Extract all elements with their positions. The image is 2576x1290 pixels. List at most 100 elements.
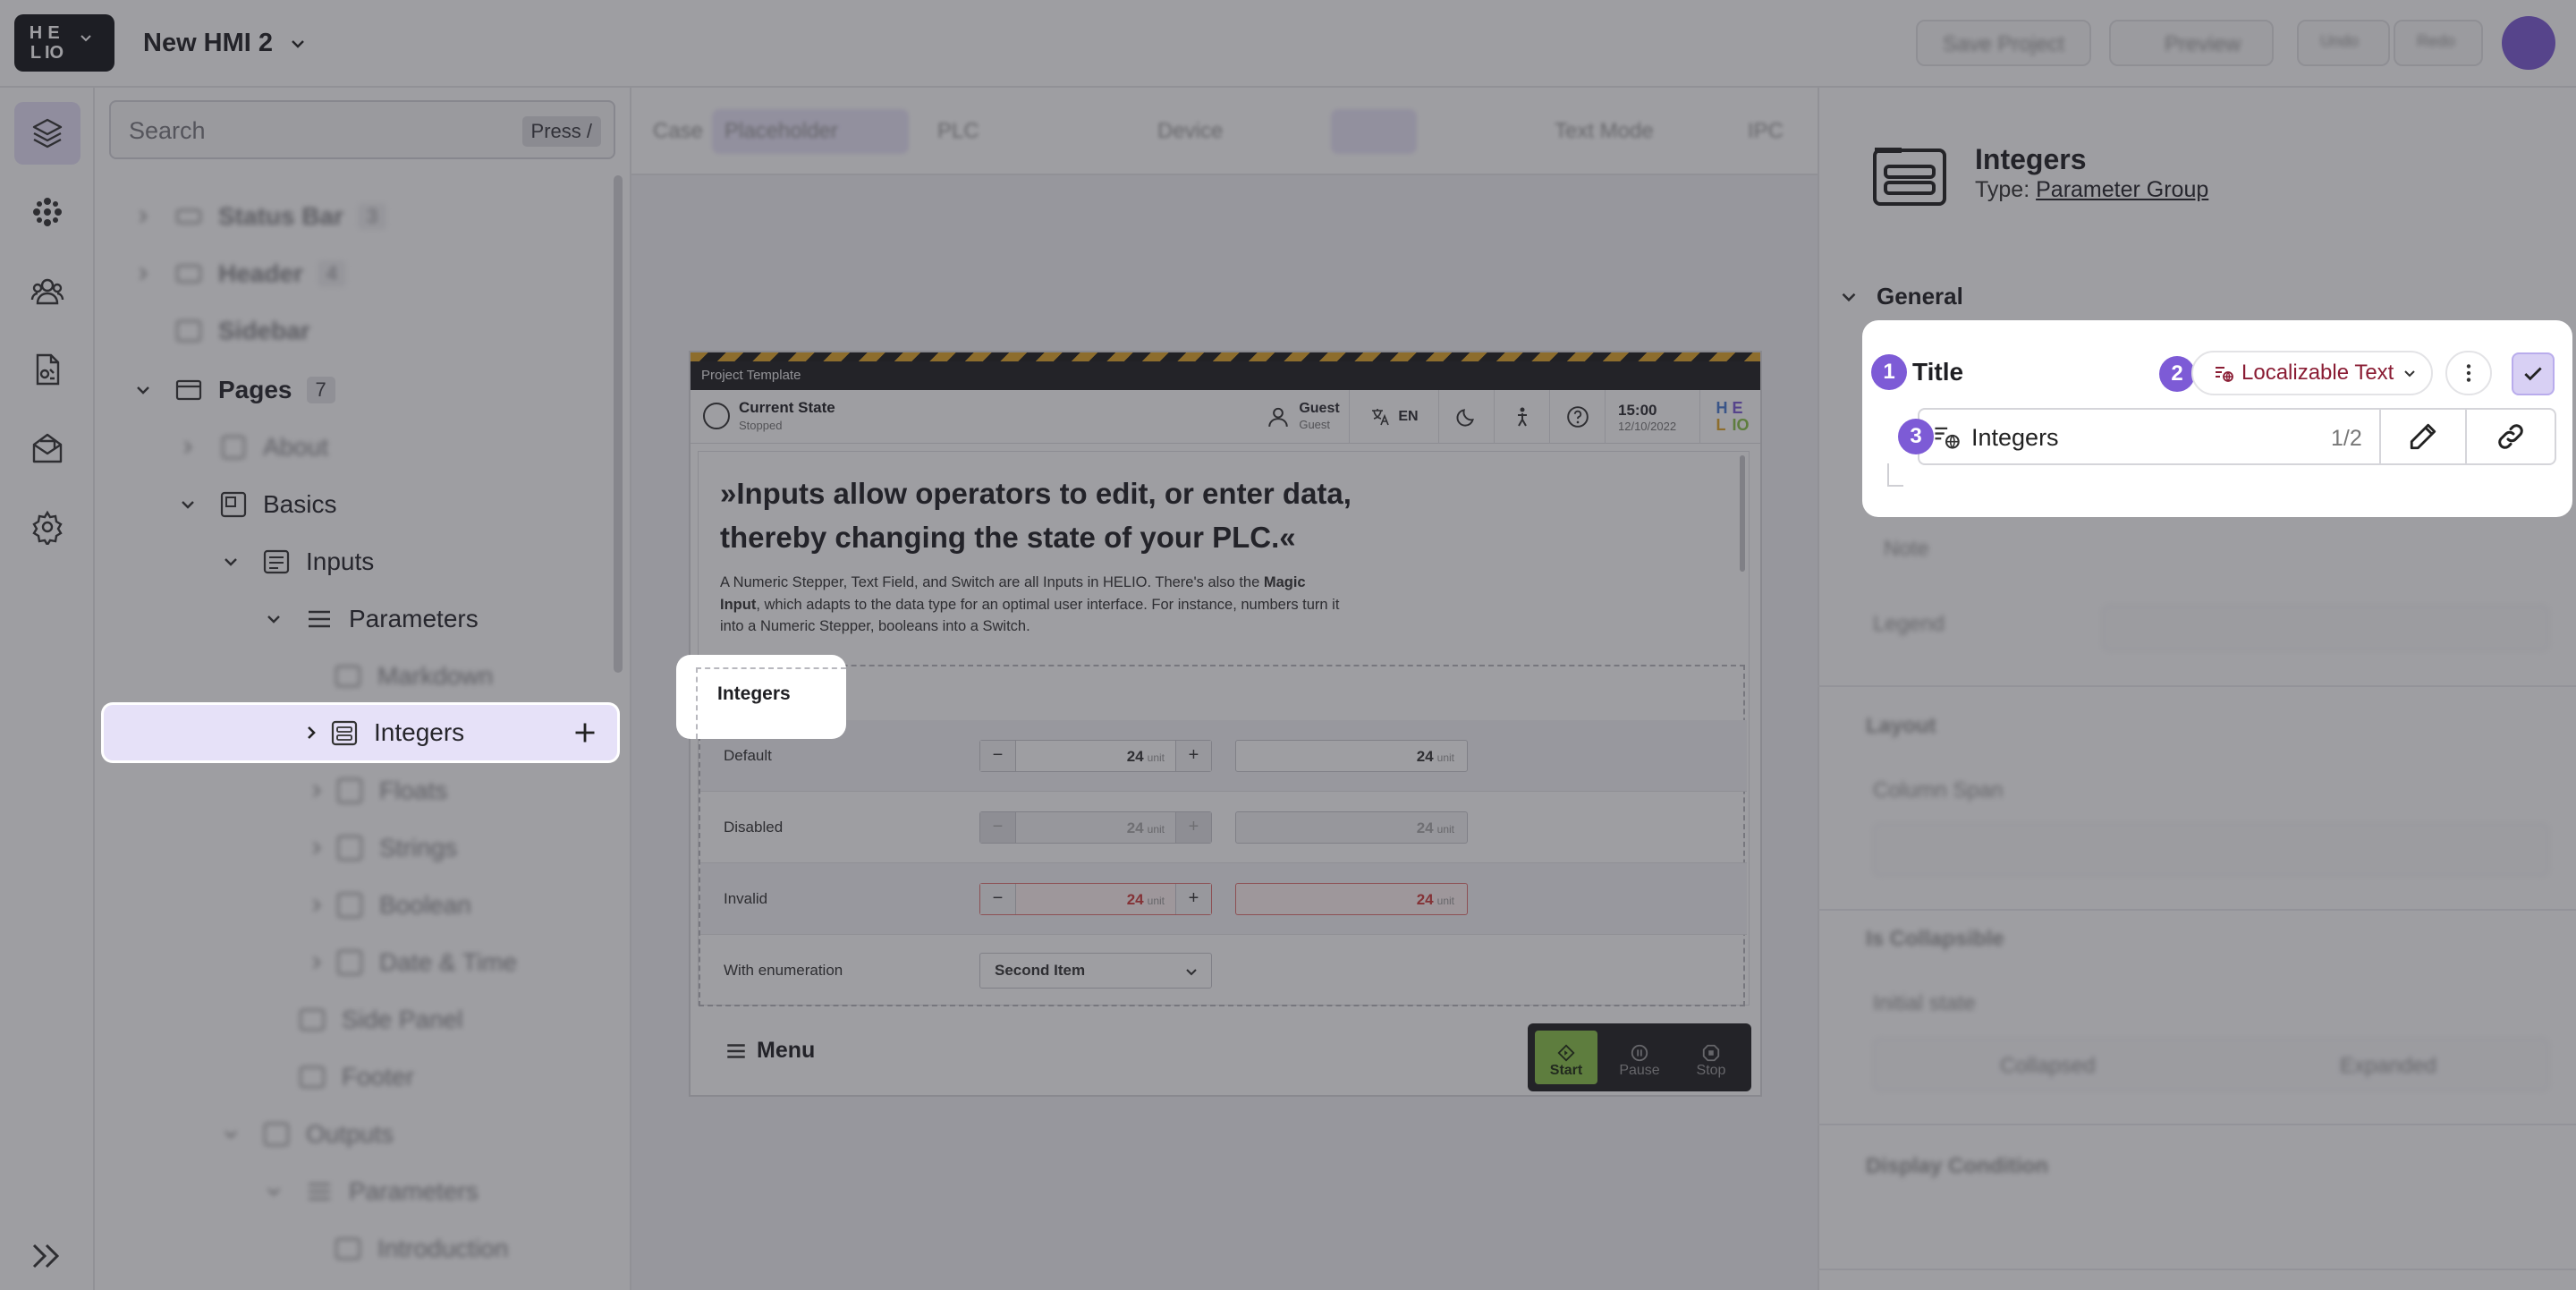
tree-row-sidebar[interactable]: Sidebar — [95, 302, 612, 360]
minus-icon[interactable]: − — [980, 883, 1016, 914]
toolbar-placeholder[interactable]: Placeholder — [712, 109, 909, 154]
numeric-stepper[interactable]: − 24 unit + — [979, 882, 1212, 915]
chevron-right-icon[interactable] — [177, 437, 199, 458]
tree-row-footer[interactable]: Footer — [95, 1048, 612, 1106]
hmi-dark-mode[interactable] — [1438, 390, 1494, 444]
hmi-parameter-group[interactable]: Default − 24 unit + 24 unit Disabled − 24 u… — [699, 665, 1747, 1006]
text-field[interactable]: 24 unit — [1235, 882, 1468, 915]
hmi-template-title: Project Template — [691, 361, 1760, 390]
props-type-link[interactable]: Parameter Group — [2036, 177, 2208, 202]
stop-button[interactable]: Stop — [1680, 1031, 1742, 1084]
localizable-text-dropdown[interactable]: Localizable Text — [2191, 351, 2433, 395]
link-button[interactable] — [2465, 410, 2555, 463]
tree-row-side-panel[interactable]: Side Panel — [95, 991, 612, 1048]
preview-button[interactable]: Preview — [2109, 20, 2274, 66]
chevron-down-icon[interactable] — [79, 30, 93, 45]
tree-row-header[interactable]: Header 4 — [95, 245, 612, 302]
hmi-accessibility[interactable] — [1494, 390, 1549, 444]
section-general[interactable]: General — [1837, 283, 1963, 310]
tree-row-about[interactable]: About — [95, 419, 612, 476]
props-collapsible-label[interactable]: Is Collapsible — [1866, 927, 2004, 952]
tree-row-markdown[interactable]: Markdown — [95, 648, 612, 705]
avatar[interactable] — [2502, 16, 2555, 70]
tree-row-introduction[interactable]: Introduction — [95, 1220, 612, 1277]
more-options-button[interactable] — [2445, 351, 2492, 395]
rail-users-button[interactable] — [14, 259, 80, 322]
chevron-right-icon[interactable] — [306, 780, 327, 802]
tree-row-basics[interactable]: Basics — [95, 476, 612, 533]
text-field[interactable]: 24 unit — [1235, 739, 1468, 772]
legend-field[interactable] — [2102, 605, 2549, 651]
chevron-down-icon[interactable] — [220, 1124, 242, 1145]
chevron-right-icon[interactable] — [306, 952, 327, 973]
chevron-down-icon[interactable] — [220, 551, 242, 573]
tree-row-strings[interactable]: Strings — [95, 819, 612, 877]
pencil-icon — [2410, 423, 2436, 450]
hmi-menu-button[interactable]: Menu — [724, 1038, 815, 1064]
enumeration-select[interactable]: Second Item — [979, 953, 1212, 989]
rail-layers-button[interactable] — [14, 102, 80, 165]
tree-row-integers[interactable]: Integers — [104, 705, 617, 760]
search-input[interactable] — [127, 113, 485, 149]
edit-button[interactable] — [2379, 410, 2465, 463]
rail-settings-button[interactable] — [14, 496, 80, 558]
minus-icon[interactable]: − — [980, 740, 1016, 771]
toolbar-case[interactable]: Case — [640, 109, 716, 154]
tree-row-boolean[interactable]: Boolean — [95, 877, 612, 934]
hmi-language[interactable]: EN — [1349, 390, 1438, 444]
expanded-option[interactable]: Expanded — [2340, 1054, 2436, 1079]
collapsed-option[interactable]: Collapsed — [2000, 1054, 2096, 1079]
confirm-button[interactable] — [2512, 352, 2555, 395]
tree-row-inputs[interactable]: Inputs — [95, 533, 612, 590]
initial-state-toggle[interactable]: Collapsed Expanded — [1873, 1038, 2549, 1091]
app-logo[interactable]: H E L IO — [14, 14, 114, 72]
props-display-condition-label[interactable]: Display Condition — [1866, 1154, 2048, 1179]
chevron-down-icon[interactable] — [263, 608, 284, 630]
content-scrollbar[interactable] — [1740, 455, 1745, 572]
rail-mail-button[interactable] — [14, 417, 80, 480]
toolbar-device[interactable]: Device — [1145, 109, 1235, 154]
props-layout-label[interactable]: Layout — [1866, 714, 1936, 739]
toolbar-plc[interactable]: PLC — [925, 109, 992, 154]
chevron-right-icon[interactable] — [306, 895, 327, 916]
tree-scrollbar[interactable] — [614, 175, 623, 673]
chevron-right-icon[interactable] — [132, 206, 154, 227]
title-value-field[interactable]: Integers 1/2 — [1918, 408, 2556, 465]
tree-row-pages[interactable]: Pages 7 — [95, 361, 612, 419]
chevron-right-icon[interactable] — [306, 837, 327, 859]
hmi-user[interactable]: Guest Guest — [1245, 390, 1361, 444]
tree-row-date-time[interactable]: Date & Time — [95, 934, 612, 991]
toolbar-text-mode[interactable]: Text Mode — [1542, 109, 1666, 154]
tree-search[interactable]: Press / — [109, 100, 615, 159]
plus-icon[interactable] — [572, 720, 597, 745]
rail-document-button[interactable] — [14, 338, 80, 401]
hmi-group-title-highlight[interactable]: Integers — [676, 655, 846, 739]
start-button[interactable]: Start — [1535, 1031, 1597, 1084]
expand-sidebar-icon[interactable] — [27, 1236, 66, 1276]
save-project-button[interactable]: Save Project — [1916, 20, 2091, 66]
chevron-down-icon[interactable] — [263, 1181, 284, 1202]
chevron-down-icon[interactable] — [288, 34, 308, 54]
toolbar-tablet-mode[interactable] — [1331, 109, 1417, 154]
numeric-stepper[interactable]: − 24 unit + — [979, 739, 1212, 772]
plus-icon[interactable]: + — [1175, 740, 1211, 771]
rail-components-button[interactable] — [14, 181, 80, 243]
hmi-help[interactable] — [1549, 390, 1605, 444]
redo-button[interactable]: Redo — [2394, 20, 2483, 66]
tree-row-status-bar[interactable]: Status Bar 3 — [95, 188, 612, 245]
toolbar-ipc[interactable]: IPC — [1735, 109, 1796, 154]
tree-row-parameters[interactable]: Parameters — [95, 590, 612, 648]
plus-icon[interactable]: + — [1175, 883, 1211, 914]
tree-row-floats[interactable]: Floats — [95, 762, 612, 819]
tree-row-outputs[interactable]: Outputs — [95, 1106, 612, 1163]
chevron-down-icon[interactable] — [177, 494, 199, 515]
chevron-right-icon[interactable] — [132, 263, 154, 284]
pause-button[interactable]: Pause — [1608, 1031, 1671, 1084]
chevron-right-icon[interactable] — [301, 722, 322, 743]
chevron-down-icon[interactable] — [132, 379, 154, 401]
check-icon — [2524, 367, 2542, 381]
undo-button[interactable]: Undo — [2297, 20, 2390, 66]
tree-row-parameters-2[interactable]: Parameters — [95, 1163, 612, 1220]
project-name[interactable]: New HMI 2 — [143, 25, 273, 61]
column-span-field[interactable] — [1873, 823, 2549, 877]
